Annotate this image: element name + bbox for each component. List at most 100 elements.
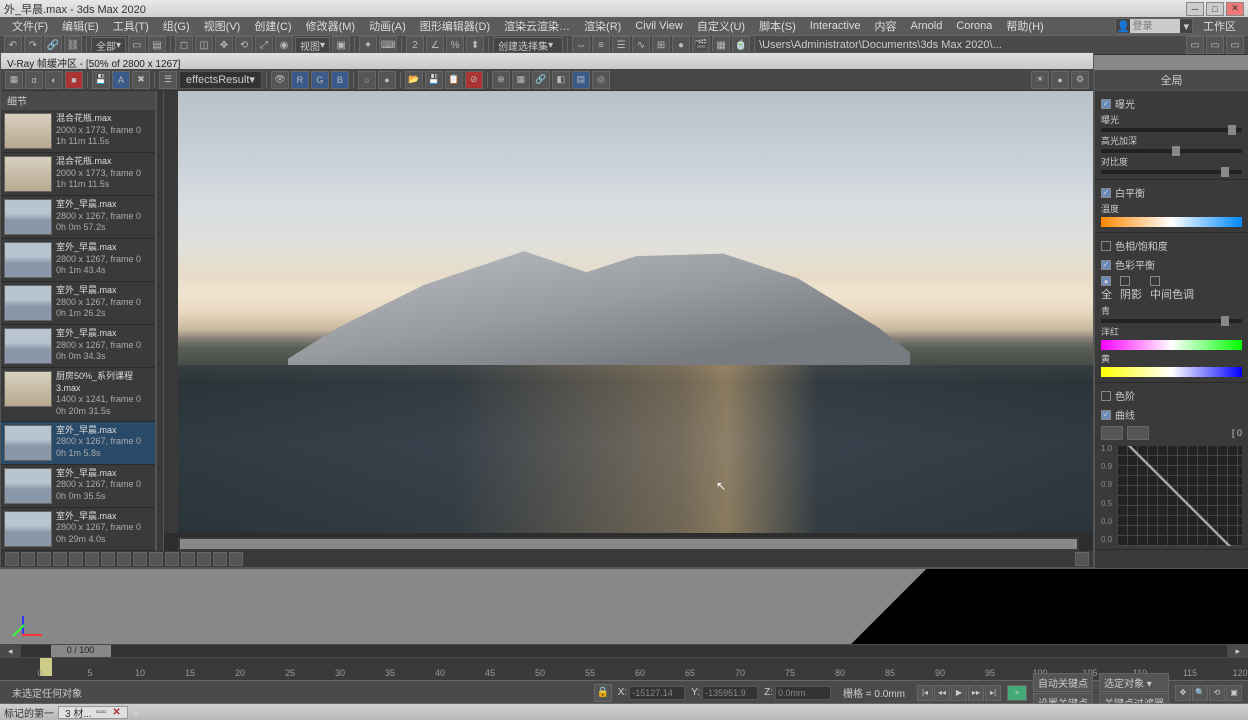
- history-item[interactable]: 室外_早晨.max2800 x 1267, frame 00h 1m 43.4s: [1, 239, 155, 282]
- vfb-lens-icon[interactable]: ◎: [592, 71, 610, 89]
- menu-file[interactable]: 文件(F): [6, 17, 54, 35]
- mini-btn-11[interactable]: [165, 552, 179, 566]
- history-item[interactable]: 室外_早晨.max2800 x 1267, frame 00h 29m 4.0s: [1, 508, 155, 551]
- vfb-delete-icon[interactable]: ⊘: [465, 71, 483, 89]
- menu-civil[interactable]: Civil View: [629, 19, 688, 33]
- coord-z[interactable]: [775, 686, 831, 700]
- play-icon[interactable]: ▶: [951, 685, 967, 701]
- menu-cloud[interactable]: 渲染云渲染…: [498, 17, 576, 35]
- render-viewport[interactable]: ↖: [164, 91, 1093, 551]
- menu-corona[interactable]: Corona: [950, 19, 998, 33]
- login-field[interactable]: 👤 ▾: [1115, 18, 1193, 34]
- vfb-g-icon[interactable]: G: [311, 71, 329, 89]
- menu-create[interactable]: 创建(C): [248, 17, 297, 35]
- taskbar-item-material[interactable]: 3 材... ▫ ▫ ▫ ✕: [58, 706, 128, 719]
- hsl-check[interactable]: [1101, 241, 1111, 251]
- horizontal-scrollbar[interactable]: [178, 537, 1079, 551]
- vfb-dot-icon[interactable]: ●: [378, 71, 396, 89]
- menu-edit[interactable]: 编辑(E): [56, 17, 105, 35]
- curve-point-btn[interactable]: [1101, 426, 1123, 440]
- cb-all-radio[interactable]: ●: [1101, 276, 1111, 286]
- menu-arnold[interactable]: Arnold: [905, 19, 949, 33]
- prev-frame-icon[interactable]: ◂◂: [934, 685, 950, 701]
- vfb-sphere-icon[interactable]: ●: [1051, 71, 1069, 89]
- exposure-slider[interactable]: [1101, 128, 1242, 132]
- history-item[interactable]: 室外_早晨.max2800 x 1267, frame 00h 0m 34.3s: [1, 325, 155, 368]
- vfb-clear-icon[interactable]: ✖: [132, 71, 150, 89]
- nav-max-icon[interactable]: ▣: [1226, 685, 1242, 701]
- vfb-link2-icon[interactable]: 🔗: [532, 71, 550, 89]
- mini-btn-2[interactable]: [21, 552, 35, 566]
- panel-toggle-2[interactable]: ▭: [1206, 36, 1224, 54]
- history-item[interactable]: 厨房50%_系列课程3.max1400 x 1241, frame 00h 20…: [1, 368, 155, 422]
- selection-filter[interactable]: 全部 ▾: [91, 37, 126, 53]
- mini-btn-10[interactable]: [149, 552, 163, 566]
- menu-help[interactable]: 帮助(H): [1000, 17, 1049, 35]
- goto-start-icon[interactable]: |◂: [917, 685, 933, 701]
- ref-coord-dropdown[interactable]: 视图 ▾: [295, 37, 330, 53]
- vfb-titlebar[interactable]: V-Ray 帧缓冲区 - [50% of 2800 x 1267]: [1, 53, 1093, 69]
- mini-btn-6[interactable]: [85, 552, 99, 566]
- coord-x[interactable]: [629, 686, 685, 700]
- menu-view[interactable]: 视图(V): [198, 17, 247, 35]
- nav-orbit-icon[interactable]: ⟲: [1209, 685, 1225, 701]
- select-obj-dropdown[interactable]: 选定对象 ▾: [1099, 673, 1169, 692]
- mini-btn-14[interactable]: [213, 552, 227, 566]
- curve-tangent-btn[interactable]: [1127, 426, 1149, 440]
- taskbar-app-icon[interactable]: ◆: [132, 706, 140, 719]
- mini-btn-3[interactable]: [37, 552, 51, 566]
- vfb-channel-dropdown[interactable]: effectsResult▾: [179, 71, 262, 89]
- nav-zoom-icon[interactable]: 🔍: [1192, 685, 1208, 701]
- cb-check[interactable]: ✓: [1101, 260, 1111, 270]
- maximize-button[interactable]: □: [1206, 2, 1224, 16]
- taskbar-close-icon[interactable]: ✕: [112, 707, 120, 718]
- vfb-eye-icon[interactable]: 👁: [271, 71, 289, 89]
- history-item[interactable]: 混合花瓶.max2000 x 1773, frame 01h 11m 11.5s: [1, 153, 155, 196]
- menu-customize[interactable]: 自定义(U): [691, 17, 751, 35]
- vfb-copy-icon[interactable]: 📋: [445, 71, 463, 89]
- history-item[interactable]: 室外_早晨.max2800 x 1267, frame 00h 0m 35.5s: [1, 465, 155, 508]
- lock-icon[interactable]: 🔒: [594, 684, 612, 702]
- mini-btn-12[interactable]: [181, 552, 195, 566]
- history-item[interactable]: 室外_早晨.max2800 x 1267, frame 00h 1m 5.8s: [1, 422, 155, 465]
- mini-btn-9[interactable]: [133, 552, 147, 566]
- auto-key-button[interactable]: 自动关键点: [1033, 673, 1093, 692]
- vfb-r-icon[interactable]: R: [291, 71, 309, 89]
- mini-btn-7[interactable]: [101, 552, 115, 566]
- vfb-gear-icon[interactable]: ⚙: [1071, 71, 1089, 89]
- vfb-circle-icon[interactable]: ○: [358, 71, 376, 89]
- menu-render[interactable]: 渲染(R): [578, 17, 627, 35]
- minimize-button[interactable]: ─: [1186, 2, 1204, 16]
- menu-script[interactable]: 脚本(S): [753, 17, 802, 35]
- menu-group[interactable]: 组(G): [157, 17, 196, 35]
- history-panel[interactable]: 细节 混合花瓶.max2000 x 1773, frame 01h 11m 11…: [1, 91, 156, 551]
- key-mode-icon[interactable]: +: [1007, 685, 1027, 701]
- vfb-mono-icon[interactable]: ◐: [45, 71, 63, 89]
- vfb-compare-icon[interactable]: ◧: [552, 71, 570, 89]
- next-frame-icon[interactable]: ▸▸: [968, 685, 984, 701]
- menu-graph[interactable]: 图形编辑器(D): [414, 17, 496, 35]
- mini-btn-4[interactable]: [53, 552, 67, 566]
- vfb-history-icon[interactable]: ☰: [159, 71, 177, 89]
- mini-btn-8[interactable]: [117, 552, 131, 566]
- vfb-track-icon[interactable]: ⊕: [492, 71, 510, 89]
- contrast-slider[interactable]: [1101, 170, 1242, 174]
- vfb-save-icon[interactable]: 💾: [92, 71, 110, 89]
- magenta-slider[interactable]: [1101, 340, 1242, 350]
- vfb-a-icon[interactable]: A: [112, 71, 130, 89]
- curves-editor[interactable]: [1117, 446, 1242, 546]
- cc-tab-global[interactable]: 全局: [1095, 70, 1248, 91]
- curves-check[interactable]: ✓: [1101, 410, 1111, 420]
- coord-y[interactable]: [702, 686, 758, 700]
- splitter[interactable]: [156, 91, 164, 551]
- named-selection-set[interactable]: 创建选择集 ▾: [493, 37, 563, 53]
- taskbar-mini-3[interactable]: ▫: [103, 707, 107, 718]
- history-item[interactable]: 室外_早晨.max2800 x 1267, frame 00h 0m 57.2s: [1, 196, 155, 239]
- mini-btn-1[interactable]: [5, 552, 19, 566]
- vfb-light-icon[interactable]: ☀: [1031, 71, 1049, 89]
- close-button[interactable]: ✕: [1226, 2, 1244, 16]
- mini-btn-13[interactable]: [197, 552, 211, 566]
- login-input[interactable]: [1130, 19, 1180, 33]
- vfb-region-icon[interactable]: ▦: [512, 71, 530, 89]
- menu-content[interactable]: 内容: [869, 17, 903, 35]
